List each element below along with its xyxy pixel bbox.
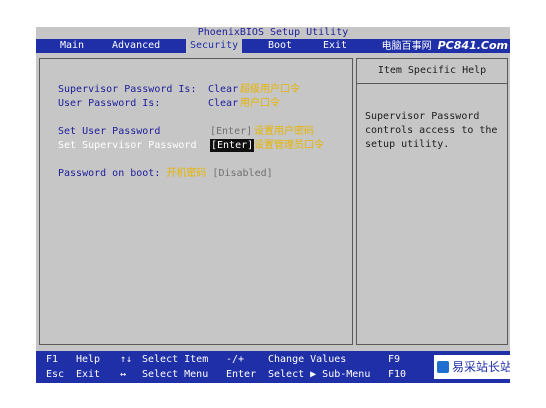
site-logo-icon [437, 360, 449, 373]
key-esc-action: Exit [76, 369, 101, 380]
user-status-value: Clear [208, 98, 239, 109]
set-user-password-value[interactable]: [Enter] [210, 125, 252, 138]
bios-screen: PhoenixBIOS Setup Utility Main Advanced … [36, 27, 510, 383]
help-divider [357, 83, 507, 84]
key-f1: F1 [46, 354, 59, 365]
key-f1-action: Help [76, 354, 101, 365]
set-user-password-note: 设置用户密码 [254, 126, 314, 137]
key-minus-plus: -/+ [226, 354, 245, 365]
user-status-note: 用户口令 [240, 98, 280, 109]
supervisor-status-label: Supervisor Password Is: [58, 84, 197, 95]
supervisor-status-value: Clear [208, 84, 239, 95]
set-supervisor-password-row[interactable]: Set Supervisor Password [Enter] 设置管理员口令 [58, 139, 324, 152]
password-on-boot-value[interactable]: [Disabled] [212, 168, 272, 179]
site-logo: 易采站长站 [434, 355, 510, 379]
watermark-logo: PC841.Com [437, 39, 508, 52]
menu-bar: Main Advanced Security Boot Exit 电脑百事网 P… [36, 39, 510, 53]
key-f10: F10 [388, 369, 407, 380]
tab-advanced[interactable]: Advanced [108, 39, 164, 53]
user-status-label: User Password Is: [58, 98, 161, 109]
user-status-row: User Password Is: Clear 用户口令 [58, 97, 280, 110]
site-logo-text: 易采站长站 [452, 360, 510, 374]
key-updown: ↑↓ [120, 354, 133, 365]
set-user-password-label: Set User Password [58, 126, 161, 137]
window-title: PhoenixBIOS Setup Utility [36, 27, 510, 39]
key-legend: F1 Help ↑↓ Select Item -/+ Change Values… [36, 351, 510, 383]
supervisor-status-row: Supervisor Password Is: Clear 超级用户口令 [58, 83, 300, 96]
key-minus-plus-action: Change Values [268, 354, 347, 365]
supervisor-status-note: 超级用户口令 [240, 84, 300, 95]
tab-exit[interactable]: Exit [319, 39, 351, 53]
help-panel: Item Specific Help Supervisor Password c… [356, 58, 508, 345]
key-leftright-action: Select Menu [142, 369, 209, 380]
key-esc: Esc [46, 369, 65, 380]
set-supervisor-password-label: Set Supervisor Password [58, 140, 197, 151]
set-supervisor-password-note: 设置管理员口令 [254, 140, 324, 151]
set-user-password-row[interactable]: Set User Password [Enter] 设置用户密码 [58, 125, 314, 138]
key-enter: Enter [226, 369, 257, 380]
watermark-text: 电脑百事网 [381, 41, 432, 52]
settings-panel: Supervisor Password Is: Clear 超级用户口令 Use… [39, 58, 353, 345]
tab-security[interactable]: Security [186, 39, 243, 53]
password-on-boot-label: Password on boot: [58, 168, 161, 179]
set-supervisor-password-value[interactable]: [Enter] [210, 139, 255, 152]
help-text: Supervisor Password controls access to t… [365, 111, 498, 150]
password-on-boot-row[interactable]: Password on boot: 开机密码 [Disabled] [58, 167, 273, 180]
key-enter-action: Select ▶ Sub-Menu [268, 369, 371, 380]
tab-boot[interactable]: Boot [264, 39, 296, 53]
key-leftright: ↔ [120, 369, 127, 380]
help-title: Item Specific Help [377, 65, 487, 76]
key-f9: F9 [388, 354, 401, 365]
password-on-boot-note: 开机密码 [166, 168, 207, 179]
key-updown-action: Select Item [142, 354, 209, 365]
watermark: 电脑百事网 PC841.Com [382, 39, 508, 54]
tab-main[interactable]: Main [56, 39, 88, 53]
